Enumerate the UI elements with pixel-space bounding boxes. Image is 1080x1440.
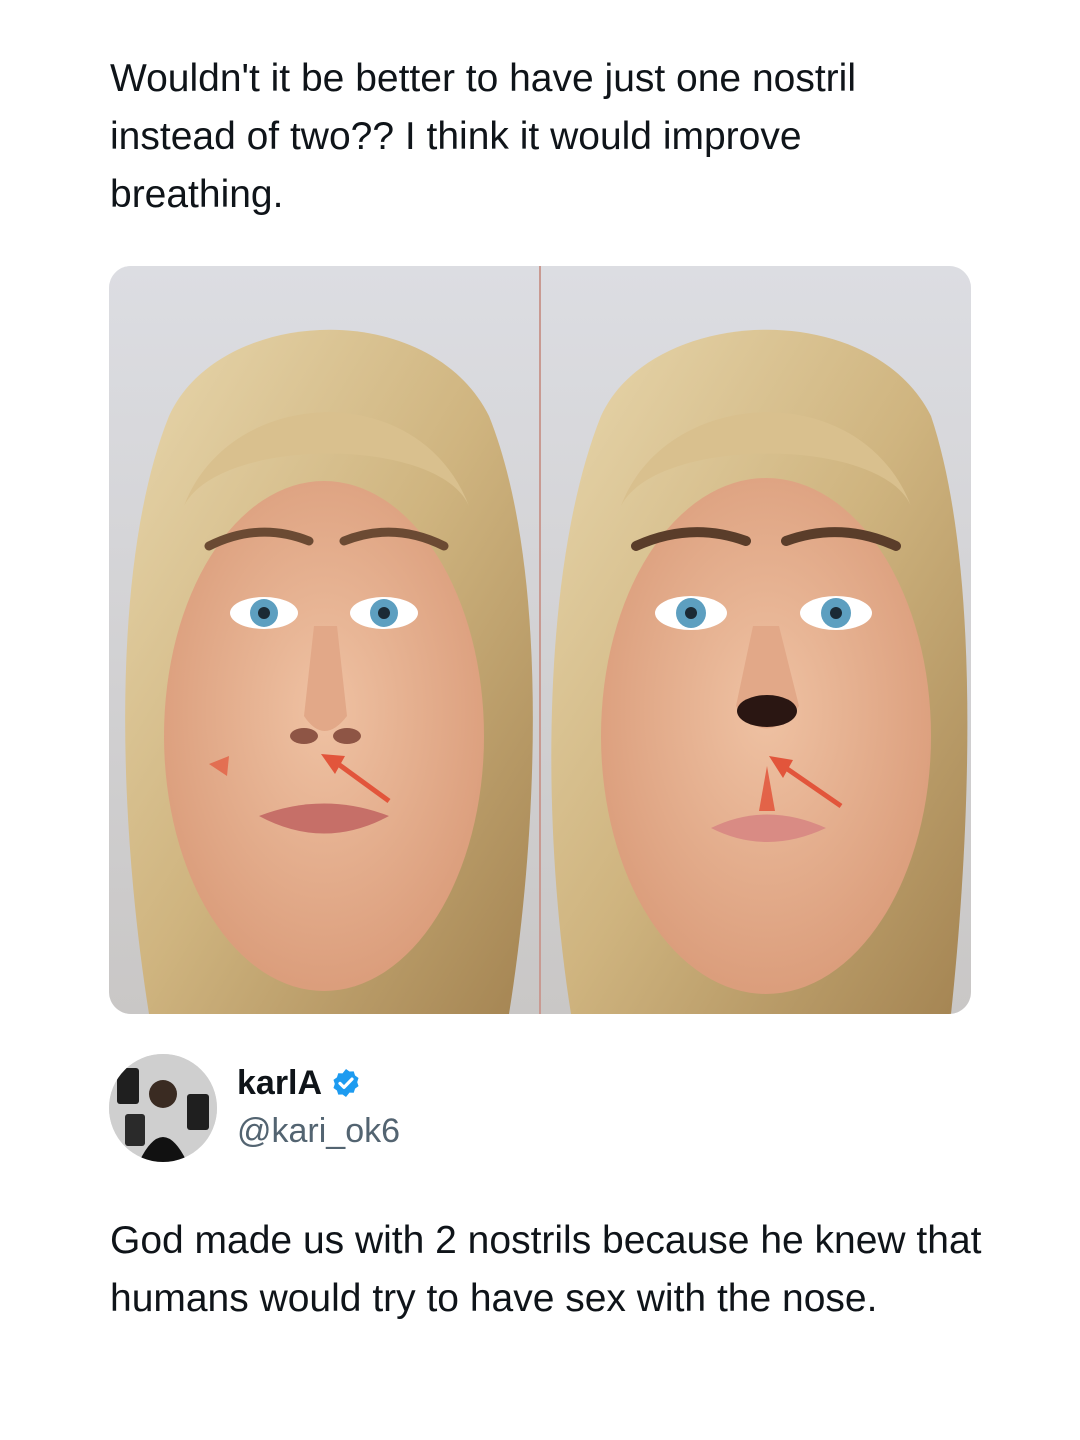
author-handle[interactable]: @kari_ok6: [237, 1108, 400, 1154]
face-photo-left: [109, 266, 539, 1014]
avatar[interactable]: [109, 1054, 217, 1162]
post-text: Wouldn't it be better to have just one n…: [110, 57, 856, 216]
author-display-name[interactable]: karlA: [237, 1062, 322, 1104]
face-photo-right: [541, 266, 971, 1014]
verified-badge-icon: [333, 1069, 359, 1097]
reply-author[interactable]: karlA @kari_ok6: [109, 1051, 400, 1165]
post-image[interactable]: [109, 266, 971, 1014]
reply-text: God made us with 2 nostrils because he k…: [110, 1219, 982, 1320]
